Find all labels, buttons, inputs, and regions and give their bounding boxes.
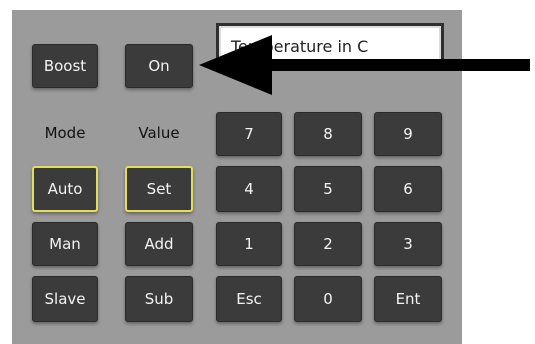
escape-button[interactable]: Esc (216, 276, 282, 322)
key-3-button[interactable]: 3 (374, 222, 442, 266)
sub-button[interactable]: Sub (125, 276, 193, 322)
key-1-button[interactable]: 1 (216, 222, 282, 266)
add-button[interactable]: Add (125, 222, 193, 266)
value-label: Value (138, 124, 180, 142)
set-button[interactable]: Set (125, 166, 193, 212)
key-6-button[interactable]: 6 (374, 166, 442, 212)
key-9-button[interactable]: 9 (374, 112, 442, 156)
key-2-button[interactable]: 2 (294, 222, 362, 266)
mode-label: Mode (44, 124, 86, 142)
auto-button[interactable]: Auto (32, 166, 98, 212)
key-7-button[interactable]: 7 (216, 112, 282, 156)
enter-button[interactable]: Ent (374, 276, 442, 322)
on-button[interactable]: On (125, 44, 193, 88)
display-text: Temperature in C (231, 36, 369, 56)
key-0-button[interactable]: 0 (294, 276, 362, 322)
boost-button[interactable]: Boost (32, 44, 98, 88)
slave-button[interactable]: Slave (32, 276, 98, 322)
key-4-button[interactable]: 4 (216, 166, 282, 212)
key-5-button[interactable]: 5 (294, 166, 362, 212)
display-screen: Temperature in C (216, 23, 444, 69)
key-8-button[interactable]: 8 (294, 112, 362, 156)
man-button[interactable]: Man (32, 222, 98, 266)
